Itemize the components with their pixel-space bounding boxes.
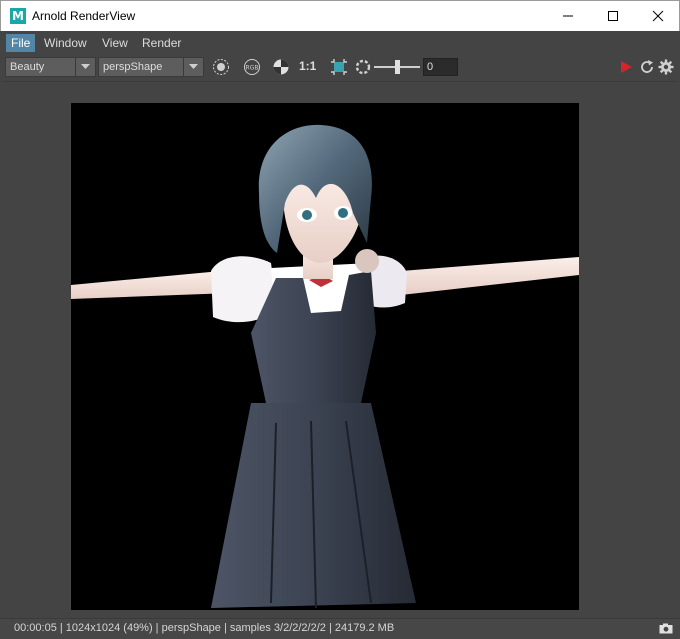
minimize-icon [562, 15, 573, 17]
rgb-label: RGB [246, 65, 259, 72]
toolbar: Beauty perspShape RGB 1:1 0 [0, 54, 680, 80]
render-viewport[interactable] [3, 81, 677, 618]
exposure-button[interactable] [354, 58, 372, 76]
render-region-button[interactable] [212, 58, 230, 76]
close-button[interactable] [635, 1, 680, 31]
chevron-down-icon [75, 58, 95, 76]
settings-icon [658, 59, 674, 75]
maximize-icon [607, 11, 618, 21]
chevron-down-icon [183, 58, 203, 76]
camera-dropdown-value: perspShape [103, 61, 163, 73]
menu-render[interactable]: Render [137, 34, 186, 52]
settings-button[interactable] [657, 58, 675, 76]
window-title: Arnold RenderView [32, 9, 136, 23]
camera-dropdown[interactable]: perspShape [98, 57, 204, 77]
refresh-icon [641, 60, 653, 73]
aov-dropdown-value: Beauty [10, 61, 45, 73]
rgb-channel-icon: RGB [244, 59, 260, 75]
zoom-1-1-button[interactable]: 1:1 [299, 59, 316, 73]
character-render [71, 124, 579, 609]
title-bar: M Arnold RenderView [0, 0, 680, 31]
refresh-button[interactable] [638, 58, 656, 76]
maya-app-icon: M [10, 8, 26, 24]
aov-dropdown[interactable]: Beauty [5, 57, 96, 77]
exposure-input[interactable]: 0 [423, 58, 458, 76]
menu-bar: File Window View Render [0, 31, 680, 54]
menu-file[interactable]: File [6, 34, 36, 52]
display-mode-icon [273, 59, 289, 75]
exposure-icon [355, 59, 371, 75]
display-mode-button[interactable] [272, 58, 290, 76]
render-image [71, 103, 579, 610]
status-bar: 00:00:05 | 1024x1024 (49%) | perspShape … [0, 618, 680, 639]
minimize-button[interactable] [545, 1, 590, 31]
rgb-channel-button[interactable]: RGB [243, 58, 261, 76]
render-status-text: 00:00:05 | 1024x1024 (49%) | perspShape … [14, 622, 395, 634]
snapshot-icon [659, 623, 673, 634]
render-start-icon [621, 61, 632, 73]
crop-region-icon [331, 59, 347, 75]
exposure-slider-handle[interactable] [394, 60, 400, 74]
crop-region-button[interactable] [330, 58, 348, 76]
render-region-icon [213, 59, 229, 75]
close-icon [652, 10, 663, 22]
menu-window[interactable]: Window [39, 34, 92, 52]
snapshot-button[interactable] [658, 622, 674, 635]
maximize-button[interactable] [590, 1, 635, 31]
menu-view[interactable]: View [97, 34, 133, 52]
render-start-button[interactable] [617, 58, 635, 76]
